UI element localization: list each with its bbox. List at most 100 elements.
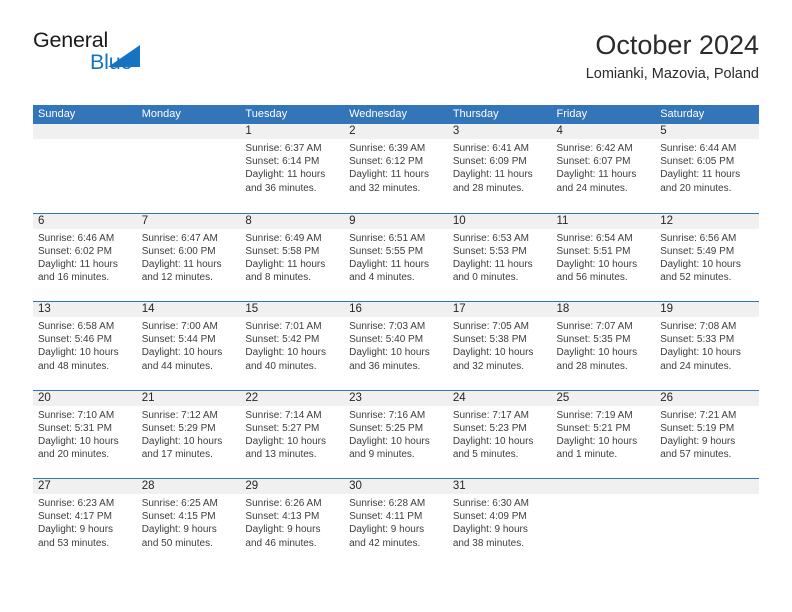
sunset-text: Sunset: 5:55 PM [349,245,424,257]
day-number: 17 [452,303,466,315]
sunrise-text: Sunrise: 6:30 AM [452,498,529,509]
daylight-text-line1: Daylight: 11 hours [660,169,741,181]
sunrise-text: Sunrise: 6:58 AM [38,321,115,332]
day-details: Sunrise: 6:44 AM Sunset: 6:05 PM Daylight:… [655,139,759,195]
sunrise-text: Sunrise: 6:53 AM [452,232,529,244]
calendar-day-cell[interactable]: 2 Sunrise: 6:39 AM Sunset: 6:12 PM Daylight… [344,124,448,213]
sunrise-text: Sunrise: 6:49 AM [245,232,322,244]
daylight-text-line1: Daylight: 9 hours [245,524,321,536]
day-details: Sunrise: 6:39 AM Sunset: 6:12 PM Daylight:… [344,139,448,195]
calendar-day-cell[interactable]: 27 Sunrise: 6:23 AM Sunset: 4:17 PM Dayligh… [33,479,137,567]
daylight-text-line2: and 36 minutes. [245,182,317,194]
sunrise-text: Sunrise: 6:46 AM [38,232,115,244]
daylight-text-line1: Daylight: 9 hours [349,524,425,536]
calendar-day-cell[interactable]: 7 Sunrise: 6:47 AM Sunset: 6:00 PM Daylight… [136,213,241,302]
daylight-text-line1: Daylight: 10 hours [660,347,741,359]
daylight-text-line1: Daylight: 10 hours [141,435,223,447]
calendar-day-cell[interactable]: 20 Sunrise: 7:10 AM Sunset: 5:31 PM Dayligh… [33,390,137,479]
daylight-text-line2: and 5 minutes. [452,449,519,461]
daylight-text-line1: Daylight: 11 hours [556,169,637,181]
calendar-day-cell[interactable]: 16 Sunrise: 7:03 AM Sunset: 5:40 PM Dayligh… [344,302,448,390]
calendar-day-cell[interactable]: 17 Sunrise: 7:05 AM Sunset: 5:38 PM Dayligh… [447,302,552,390]
calendar-day-cell[interactable]: 29 Sunrise: 6:26 AM Sunset: 4:13 PM Dayligh… [240,479,345,567]
day-number-band: 27 [33,479,137,494]
daylight-text-line2: and 44 minutes. [141,360,213,372]
weekday-header-monday: Monday [141,108,181,120]
calendar-day-cell[interactable]: 4 Sunrise: 6:42 AM Sunset: 6:07 PM Daylight… [551,124,656,213]
sunset-text: Sunset: 5:23 PM [452,422,527,434]
daylight-text-line1: Daylight: 10 hours [141,347,223,359]
day-details: Sunrise: 6:54 AM Sunset: 5:51 PM Daylight:… [552,229,656,285]
daylight-text-line2: and 52 minutes. [660,272,732,284]
calendar-day-cell[interactable]: 21 Sunrise: 7:12 AM Sunset: 5:29 PM Dayligh… [136,390,241,479]
calendar-day-cell[interactable]: 9 Sunrise: 6:51 AM Sunset: 5:55 PM Daylight… [344,213,448,302]
sunrise-text: Sunrise: 6:23 AM [38,498,115,509]
calendar-day-cell[interactable]: 31 Sunrise: 6:30 AM Sunset: 4:09 PM Dayligh… [447,479,552,567]
daylight-text-line1: Daylight: 11 hours [245,258,326,270]
calendar-day-cell[interactable]: 22 Sunrise: 7:14 AM Sunset: 5:27 PM Dayligh… [240,390,345,479]
day-number-band: 24 [447,390,552,406]
calendar-day-cell[interactable]: 3 Sunrise: 6:41 AM Sunset: 6:09 PM Daylight… [447,124,552,213]
day-number: 1 [245,125,252,137]
day-number: 13 [38,303,51,315]
calendar-day-cell[interactable]: 13 Sunrise: 6:58 AM Sunset: 5:46 PM Dayligh… [33,302,137,390]
daylight-text-line2: and 24 minutes. [556,182,628,194]
calendar-day-cell[interactable]: 10 Sunrise: 6:53 AM Sunset: 5:53 PM Dayligh… [447,213,552,302]
calendar-day-cell[interactable]: 15 Sunrise: 7:01 AM Sunset: 5:42 PM Dayligh… [240,302,345,390]
daylight-text-line2: and 12 minutes. [141,272,213,284]
daylight-text-line1: Daylight: 10 hours [452,435,534,447]
daylight-text-line2: and 36 minutes. [349,360,421,372]
day-number-band: 31 [447,479,552,494]
calendar-week-row: 27 Sunrise: 6:23 AM Sunset: 4:17 PM Dayligh… [33,478,759,567]
title-block: October 2024 Lomianki, Mazovia, Poland [279,30,759,83]
calendar-day-cell[interactable]: 19 Sunrise: 7:08 AM Sunset: 5:33 PM Dayligh… [655,302,759,390]
sunset-text: Sunset: 4:11 PM [349,511,423,523]
brand-logo[interactable]: General Blue [33,29,273,90]
calendar-day-cell[interactable]: 23 Sunrise: 7:16 AM Sunset: 5:25 PM Dayligh… [344,390,448,479]
sunrise-text: Sunrise: 7:08 AM [660,321,737,332]
day-details: Sunrise: 7:21 AM Sunset: 5:19 PM Daylight:… [655,406,759,462]
day-number-band: 17 [447,302,552,317]
day-number-band: 15 [240,302,345,317]
daylight-text-line2: and 46 minutes. [245,537,317,549]
day-details: Sunrise: 7:17 AM Sunset: 5:23 PM Daylight:… [448,406,552,462]
calendar-day-cell[interactable]: 6 Sunrise: 6:46 AM Sunset: 6:02 PM Daylight… [33,213,137,302]
calendar-day-cell[interactable]: 28 Sunrise: 6:25 AM Sunset: 4:15 PM Dayligh… [136,479,241,567]
sunrise-text: Sunrise: 7:01 AM [245,321,322,332]
calendar-day-cell[interactable]: 1 Sunrise: 6:37 AM Sunset: 6:14 PM Daylight… [240,124,345,213]
calendar-day-cell[interactable]: 5 Sunrise: 6:44 AM Sunset: 6:05 PM Daylight… [655,124,759,213]
sunset-text: Sunset: 5:25 PM [349,422,424,434]
calendar-day-cell[interactable]: 26 Sunrise: 7:21 AM Sunset: 5:19 PM Dayligh… [655,390,759,479]
day-number: 8 [245,214,252,227]
day-number-band: 8 [240,213,345,229]
daylight-text-line2: and 9 minutes. [349,449,415,461]
calendar-day-cell[interactable]: 30 Sunrise: 6:28 AM Sunset: 4:11 PM Dayligh… [344,479,448,567]
weekday-header-wednesday: Wednesday [349,108,407,120]
calendar-day-cell[interactable]: 18 Sunrise: 7:07 AM Sunset: 5:35 PM Dayligh… [551,302,656,390]
location-subtitle: Lomianki, Mazovia, Poland [585,66,759,83]
daylight-text-line1: Daylight: 11 hours [141,258,222,270]
calendar-day-cell[interactable]: 8 Sunrise: 6:49 AM Sunset: 5:58 PM Daylight… [240,213,345,302]
day-number-band: 12 [655,213,759,229]
day-number: 10 [452,214,466,227]
day-details: Sunrise: 6:53 AM Sunset: 5:53 PM Daylight:… [448,229,552,285]
day-details: Sunrise: 7:01 AM Sunset: 5:42 PM Daylight:… [240,317,344,373]
sunrise-text: Sunrise: 6:37 AM [245,143,322,154]
calendar-day-cell[interactable]: 25 Sunrise: 7:19 AM Sunset: 5:21 PM Dayligh… [551,390,656,479]
day-details: Sunrise: 6:56 AM Sunset: 5:49 PM Daylight:… [655,229,759,285]
day-number-band: 1 [240,124,345,139]
calendar-day-cell[interactable]: 24 Sunrise: 7:17 AM Sunset: 5:23 PM Dayligh… [447,390,552,479]
daylight-text-line1: Daylight: 10 hours [38,435,119,447]
calendar-day-cell[interactable]: 11 Sunrise: 6:54 AM Sunset: 5:51 PM Dayligh… [551,213,656,302]
sunrise-text: Sunrise: 7:07 AM [556,321,633,332]
day-number: 29 [245,480,259,492]
calendar-day-cell[interactable]: 12 Sunrise: 6:56 AM Sunset: 5:49 PM Dayligh… [655,213,759,302]
day-details: Sunrise: 7:05 AM Sunset: 5:38 PM Daylight:… [448,317,552,373]
sunrise-text: Sunrise: 6:26 AM [245,498,322,509]
daylight-text-line2: and 13 minutes. [245,449,317,461]
calendar-day-cell[interactable]: 14 Sunrise: 7:00 AM Sunset: 5:44 PM Dayligh… [136,302,241,390]
page-header: General Blue October 2024 Lomianki, Mazo… [33,29,759,98]
sunrise-text: Sunrise: 7:12 AM [141,409,218,421]
day-number-band [551,479,656,494]
day-details: Sunrise: 6:37 AM Sunset: 6:14 PM Daylight:… [240,139,344,195]
